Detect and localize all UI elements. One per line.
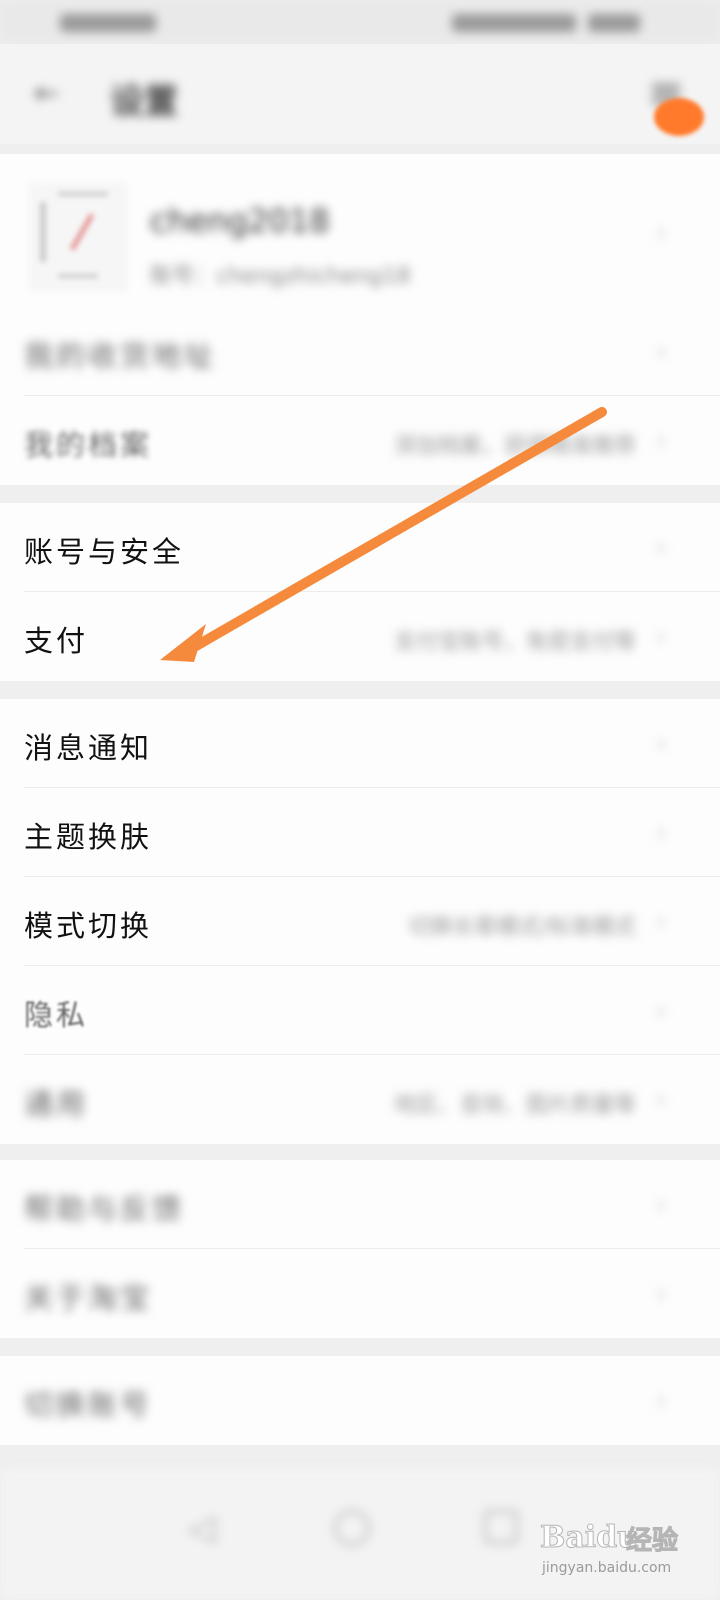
section-preferences: 消息通知 › 主题换肤 › 模式切换 切换长辈模式/标准模式 › 隐私 › 通用…: [0, 699, 720, 1144]
section-help: 帮助与反馈 › 关于淘宝 ›: [0, 1160, 720, 1338]
chevron-right-icon: ›: [656, 1386, 667, 1416]
row-switch-account[interactable]: 切换账号 ›: [0, 1356, 720, 1445]
nav-recent-apps-icon[interactable]: [484, 1510, 518, 1544]
chevron-right-icon: ›: [656, 729, 667, 759]
chevron-right-icon: ›: [656, 218, 667, 248]
row-account-security[interactable]: 账号与安全 ›: [0, 503, 720, 592]
status-bar: [0, 0, 720, 44]
app-header: ← 设置: [0, 44, 720, 144]
row-value: 地区、音效、图片质量等: [393, 1093, 636, 1118]
row-label: 帮助与反馈: [24, 1192, 185, 1226]
section-address: 我的收货地址 › 我的档案 添加档案，获得精准推荐 ›: [0, 307, 720, 485]
back-arrow-icon[interactable]: ←: [34, 79, 66, 109]
chevron-right-icon: ›: [656, 1190, 667, 1220]
chevron-right-icon: ›: [656, 426, 667, 456]
clock-indicator: [588, 14, 640, 32]
signal-icon: [60, 14, 156, 32]
row-value: 添加档案，获得精准推荐: [393, 434, 636, 459]
chevron-right-icon: ›: [656, 1279, 667, 1309]
row-value: 支付宝账号，免密支付等: [393, 630, 636, 655]
row-value: 切换长辈模式/标准模式: [408, 915, 636, 940]
page-title: 设置: [110, 82, 178, 122]
chevron-right-icon: ›: [656, 818, 667, 848]
watermark-brand: Baidu: [540, 1520, 640, 1556]
chevron-right-icon: ›: [656, 337, 667, 367]
chevron-right-icon: ›: [656, 622, 667, 652]
nav-back-icon[interactable]: ◁: [188, 1508, 216, 1549]
battery-icon: [452, 14, 576, 32]
watermark-url: jingyan.baidu.com: [542, 1560, 672, 1576]
chevron-right-icon: ›: [656, 907, 667, 937]
row-label: 隐私: [24, 998, 89, 1032]
row-payment[interactable]: 支付 支付宝账号，免密支付等 ›: [0, 592, 720, 681]
watermark-brand-cn: 经验: [625, 1526, 679, 1557]
notification-dot-icon: [654, 98, 704, 136]
row-label: 我的收货地址: [24, 339, 217, 373]
row-label: 模式切换: [24, 909, 153, 943]
profile-account-id: 账号：chengzhicheng18: [150, 264, 411, 289]
row-general[interactable]: 通用 地区、音效、图片质量等 ›: [0, 1055, 720, 1144]
row-address[interactable]: 我的收货地址 ›: [0, 307, 720, 396]
row-theme[interactable]: 主题换肤 ›: [0, 788, 720, 877]
row-label: 切换账号: [24, 1388, 153, 1422]
watermark: Baidu 经验 jingyan.baidu.com: [540, 1520, 700, 1590]
section-switch-account: 切换账号 ›: [0, 1356, 720, 1445]
row-mode-switch[interactable]: 模式切换 切换长辈模式/标准模式 ›: [0, 877, 720, 966]
row-help-feedback[interactable]: 帮助与反馈 ›: [0, 1160, 720, 1249]
chevron-right-icon: ›: [656, 533, 667, 563]
row-label: 关于淘宝: [24, 1281, 153, 1315]
profile-name: cheng2018: [150, 202, 330, 240]
nav-home-icon[interactable]: [334, 1510, 370, 1546]
row-label: 我的档案: [24, 428, 153, 462]
row-privacy[interactable]: 隐私 ›: [0, 966, 720, 1055]
row-about[interactable]: 关于淘宝 ›: [0, 1249, 720, 1338]
section-account: 账号与安全 › 支付 支付宝账号，免密支付等 ›: [0, 503, 720, 681]
row-label: 消息通知: [24, 731, 153, 765]
row-label: 支付: [24, 624, 89, 658]
row-label: 账号与安全: [24, 535, 185, 569]
row-notifications[interactable]: 消息通知 ›: [0, 699, 720, 788]
chevron-right-icon: ›: [656, 1085, 667, 1115]
row-label: 主题换肤: [24, 820, 153, 854]
avatar[interactable]: [28, 182, 128, 292]
row-label: 通用: [24, 1087, 89, 1121]
row-profile-archive[interactable]: 我的档案 添加档案，获得精准推荐 ›: [0, 396, 720, 485]
chevron-right-icon: ›: [656, 996, 667, 1026]
profile-section: cheng2018 账号：chengzhicheng18 ›: [0, 154, 720, 322]
profile-row[interactable]: cheng2018 账号：chengzhicheng18 ›: [0, 154, 720, 322]
